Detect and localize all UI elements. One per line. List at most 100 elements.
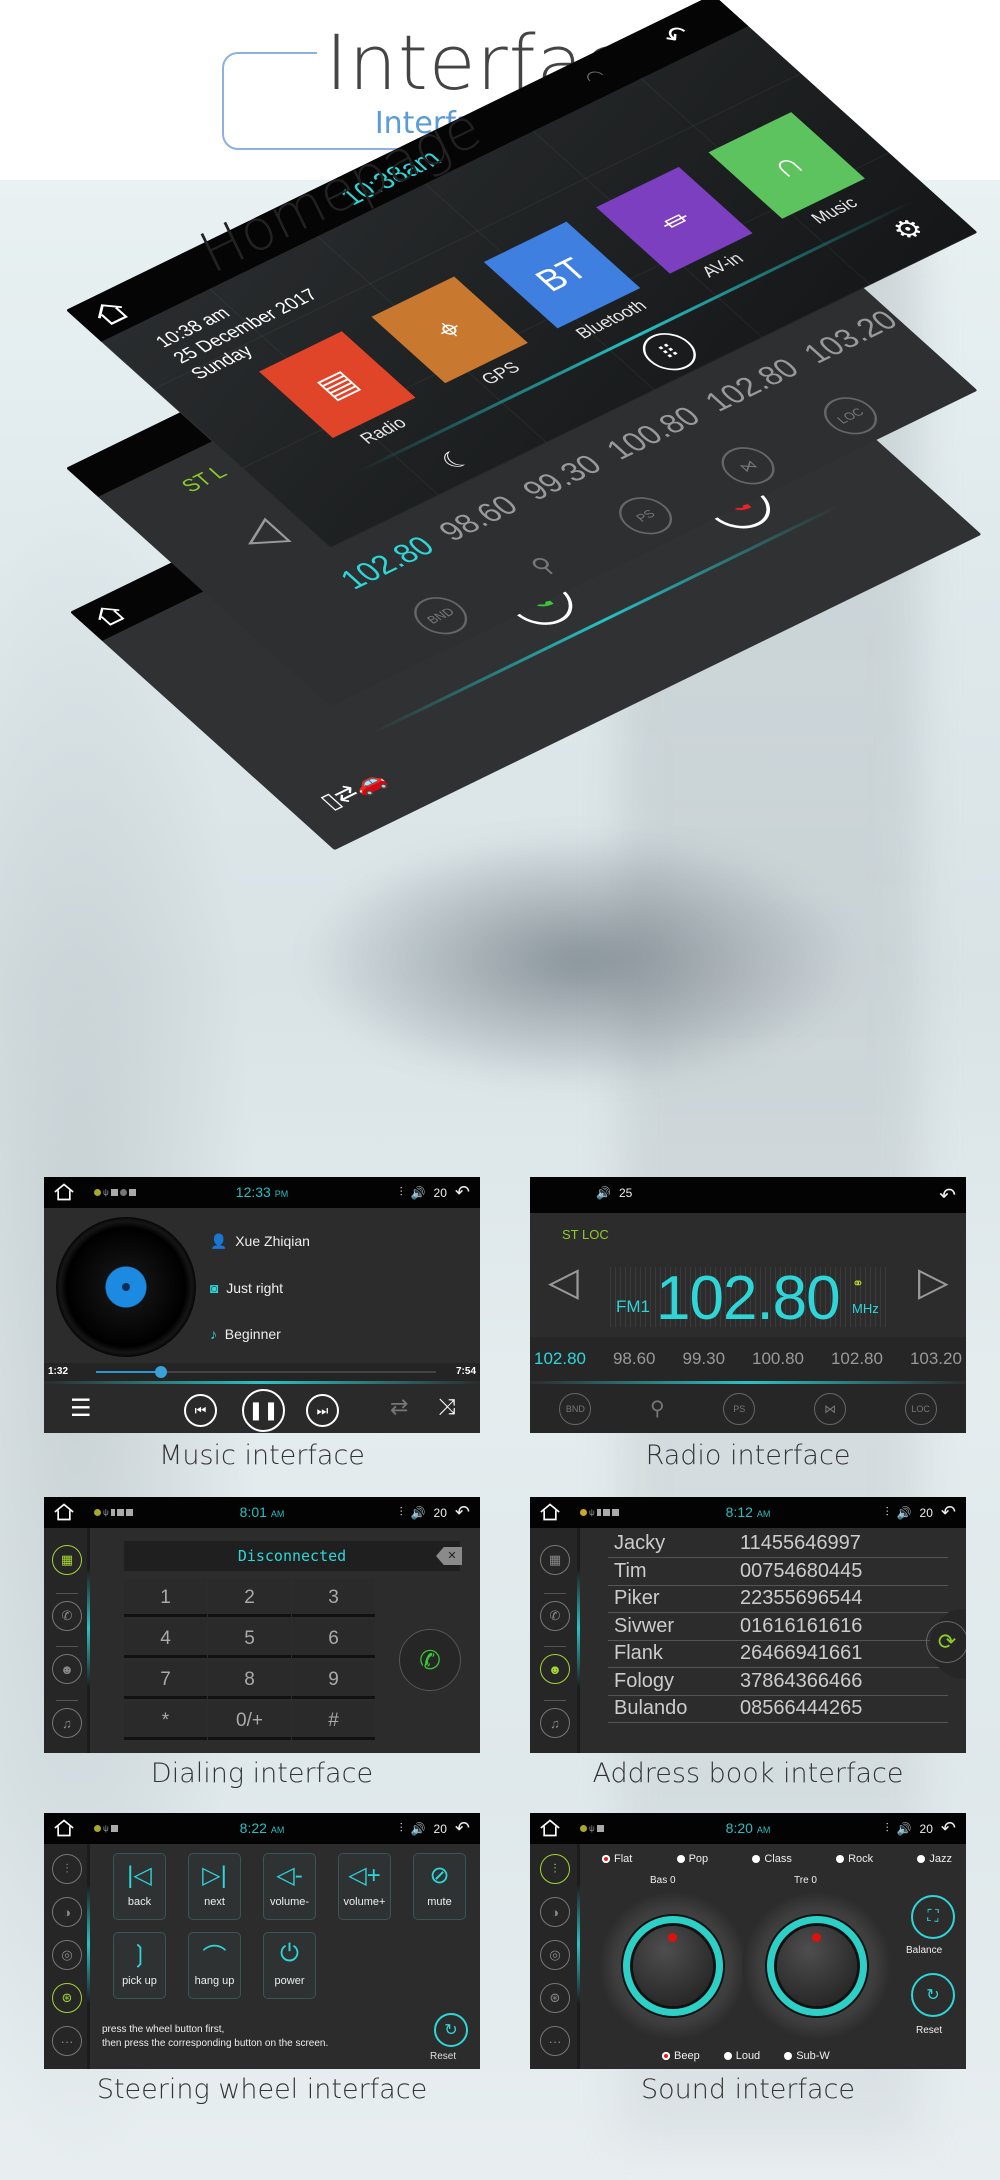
repeat-icon[interactable]: ⇄ [390,1394,408,1420]
seek-up-button[interactable]: ▷ [918,1259,949,1305]
treble-knob[interactable] [742,1891,892,2041]
preset-item[interactable]: 103.20 [910,1349,962,1369]
contact-row[interactable]: Flank 26466941661 [608,1641,948,1668]
band-button[interactable]: BND [403,590,479,642]
contact-row[interactable]: Fology 37864366466 [608,1669,948,1696]
volume-icon[interactable]: 🔊 [411,1822,426,1836]
seek-thumb[interactable] [154,1366,167,1378]
ps-button[interactable]: PS [723,1392,756,1425]
contacts-tab[interactable]: ☻ [540,1654,570,1684]
loc-button[interactable]: LOC [904,1392,937,1425]
sound-toggle-option[interactable]: Loud [723,2050,760,2062]
bt-music-tab[interactable]: ♫ [540,1708,570,1738]
preset-item[interactable]: 102.80 [831,1349,883,1369]
steering-button-volume-down[interactable]: ◁- volume- [263,1853,316,1920]
dial-key[interactable]: * [124,1702,207,1740]
dial-key[interactable]: # [292,1702,375,1740]
band-button[interactable]: BND [559,1392,592,1425]
search-icon[interactable]: ⚲ [650,1396,665,1421]
steering-button-next[interactable]: ▷| next [188,1853,241,1920]
sound-toggle-option[interactable]: Sub-W [784,2050,830,2062]
steering-button-back[interactable]: |◁ back [113,1853,166,1920]
volume-icon[interactable]: 🔊 [411,1506,426,1520]
playlist-icon[interactable]: ☰ [70,1394,92,1423]
call-log-tab[interactable]: ✆ [52,1601,82,1631]
stereo-icon[interactable]: ⋈ [813,1392,846,1425]
sync-button[interactable]: ⟳ [926,1621,966,1663]
dial-key[interactable]: 4 [124,1620,207,1658]
back-icon[interactable]: ↶ [941,1818,956,1839]
dial-key[interactable]: 1 [124,1579,207,1617]
volume-icon[interactable]: 🔊 [897,1822,912,1836]
contact-row[interactable]: Tim 00754680445 [608,1559,948,1586]
next-button[interactable]: ⏭ [306,1394,339,1427]
equalizer-icon[interactable]: ⫶ [400,1185,403,1200]
preset-item[interactable]: 99.30 [515,449,623,518]
eq-preset-option[interactable]: Flat [602,1853,632,1865]
contacts-tab[interactable]: ☻ [52,1654,82,1684]
dial-key[interactable]: 5 [208,1620,291,1658]
volume-icon[interactable]: 🔊 [411,1186,426,1200]
dial-key[interactable]: 8 [208,1661,291,1699]
steering-button-mute[interactable]: ⊘ mute [413,1853,466,1920]
dial-key[interactable]: 7 [124,1661,207,1699]
bt-music-tab[interactable]: ♫ [52,1708,82,1738]
dialpad-tab[interactable]: ▦ [52,1545,82,1575]
steering-button-pick-up[interactable]: ❳ pick up [113,1932,166,1999]
search-icon[interactable]: ⚲ [506,540,581,591]
stereo-icon[interactable]: ⋈ [710,440,786,492]
dial-key[interactable]: 0/+ [208,1702,291,1740]
prev-station-icon[interactable]: ◁ [225,509,296,561]
back-icon[interactable]: ↶ [455,1502,470,1523]
dialpad-tab[interactable]: ▦ [540,1545,570,1575]
display-tab[interactable]: ◑ [52,1897,82,1927]
sound-toggle-option[interactable]: Beep [662,2050,700,2062]
radio-tab[interactable]: ◎ [540,1940,570,1970]
preset-item[interactable]: 100.80 [752,1349,804,1369]
volume-icon[interactable]: 🔊 [897,1506,912,1520]
dial-key[interactable]: 3 [292,1579,375,1617]
dial-key[interactable]: 6 [292,1620,375,1658]
eq-preset-option[interactable]: Jazz [917,1853,952,1865]
preset-item[interactable]: 99.30 [682,1349,725,1369]
dial-key[interactable]: 2 [208,1579,291,1617]
pause-button[interactable]: ❚❚ [242,1389,285,1432]
reset-button[interactable]: ↻ [911,1973,955,2017]
dial-call-button[interactable]: ✆ [399,1629,461,1691]
equalizer-icon[interactable]: ⫶ [400,1505,403,1520]
steering-button-power[interactable]: ⏻ power [263,1932,316,1999]
steering-tab[interactable]: ⊛ [540,1983,570,2013]
contact-row[interactable]: Jacky 11455646997 [608,1531,948,1558]
back-icon[interactable]: ↶ [939,1183,956,1208]
reset-button[interactable]: ↻ [434,2013,468,2047]
eq-preset-option[interactable]: Rock [836,1853,873,1865]
back-icon[interactable]: ↶ [941,1502,956,1523]
call-log-tab[interactable]: ✆ [540,1601,570,1631]
seek-down-button[interactable]: ◁ [548,1259,579,1305]
shuffle-icon[interactable]: ⤨ [438,1394,456,1420]
contact-row[interactable]: Sivwer 01616161616 [608,1614,948,1641]
equalizer-icon[interactable]: ⫶ [400,1821,403,1836]
steering-button-hang-up[interactable]: ⌒ hang up [188,1932,241,1999]
bass-knob[interactable] [598,1891,748,2041]
more-tab[interactable]: ··· [540,2026,570,2056]
preset-item[interactable]: 102.80 [534,1349,586,1369]
dial-key[interactable]: 9 [292,1661,375,1699]
display-tab[interactable]: ◑ [540,1897,570,1927]
contact-row[interactable]: Bulando 08566444265 [608,1696,948,1723]
steering-tab[interactable]: ⊛ [52,1983,82,2013]
previous-button[interactable]: ⏮ [184,1394,217,1427]
preset-item[interactable]: 98.60 [432,490,540,559]
loc-button[interactable]: LOC [813,390,888,442]
more-tab[interactable]: ··· [52,2026,82,2056]
eq-tab[interactable]: ⫶ [540,1854,570,1884]
radio-tab[interactable]: ◎ [52,1940,82,1970]
seek-bar[interactable] [96,1366,436,1378]
eq-preset-option[interactable]: Pop [676,1853,708,1865]
preset-item[interactable]: 98.60 [613,1349,656,1369]
back-icon[interactable]: ↶ [455,1818,470,1839]
ps-button[interactable]: PS [608,490,683,542]
balance-button[interactable]: ⛶ [911,1895,955,1939]
steering-button-volume-up[interactable]: ◁+ volume+ [338,1853,391,1920]
equalizer-icon[interactable]: ⫶ [886,1505,889,1520]
